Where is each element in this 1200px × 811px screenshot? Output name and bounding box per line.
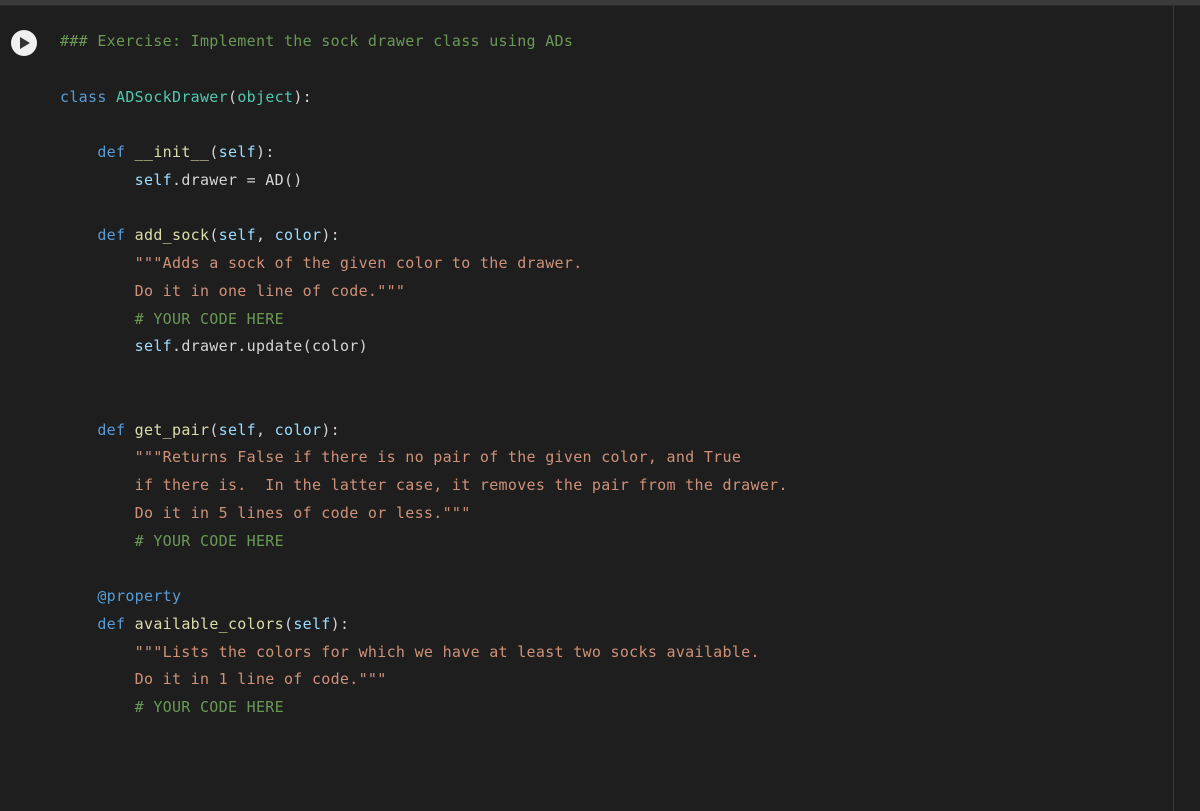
code-funcname: available_colors bbox=[135, 615, 284, 633]
code-docstring bbox=[60, 476, 135, 494]
code-keyword: def bbox=[97, 143, 125, 161]
code-keyword: def bbox=[97, 226, 125, 244]
code-docstring bbox=[60, 670, 135, 688]
code-comment: ### Exercise: Implement the sock drawer … bbox=[60, 32, 573, 50]
code-keyword: def bbox=[97, 615, 125, 633]
code-funcname: add_sock bbox=[135, 226, 210, 244]
code-docstring: """Returns False if there is no pair of … bbox=[135, 448, 742, 466]
code-text: .drawer.update(color) bbox=[172, 337, 368, 355]
code-docstring: """Lists the colors for which we have at… bbox=[135, 643, 760, 661]
code-docstring: Do it in 1 line of code.""" bbox=[135, 670, 387, 688]
code-self: self bbox=[293, 615, 330, 633]
code-funcname: __init__ bbox=[135, 143, 210, 161]
code-keyword: def bbox=[97, 421, 125, 439]
code-docstring: Do it in one line of code.""" bbox=[135, 282, 406, 300]
code-self: self bbox=[219, 143, 256, 161]
code-text: .drawer = AD() bbox=[172, 171, 303, 189]
code-docstring bbox=[60, 504, 135, 522]
code-comment: # YOUR CODE HERE bbox=[135, 310, 284, 328]
code-self: self bbox=[135, 337, 172, 355]
code-docstring: """Adds a sock of the given color to the… bbox=[135, 254, 583, 272]
run-button[interactable] bbox=[11, 30, 37, 56]
code-self: self bbox=[219, 421, 256, 439]
code-docstring bbox=[60, 282, 135, 300]
code-funcname: get_pair bbox=[135, 421, 210, 439]
code-comment: # YOUR CODE HERE bbox=[135, 698, 284, 716]
code-param: color bbox=[275, 226, 322, 244]
code-comment: # YOUR CODE HERE bbox=[135, 532, 284, 550]
cell-gutter bbox=[0, 28, 48, 811]
code-self: self bbox=[219, 226, 256, 244]
play-icon bbox=[19, 37, 31, 49]
code-classname: ADSockDrawer bbox=[116, 88, 228, 106]
code-editor[interactable]: ### Exercise: Implement the sock drawer … bbox=[48, 28, 1200, 811]
code-docstring: Do it in 5 lines of code or less.""" bbox=[135, 504, 471, 522]
code-decorator: @property bbox=[97, 587, 181, 605]
code-param: color bbox=[275, 421, 322, 439]
code-border bbox=[1173, 6, 1174, 811]
code-cell: ### Exercise: Implement the sock drawer … bbox=[0, 6, 1200, 811]
code-builtin: object bbox=[237, 88, 293, 106]
code-self: self bbox=[135, 171, 172, 189]
code-keyword: class bbox=[60, 88, 107, 106]
code-docstring: if there is. In the latter case, it remo… bbox=[135, 476, 788, 494]
